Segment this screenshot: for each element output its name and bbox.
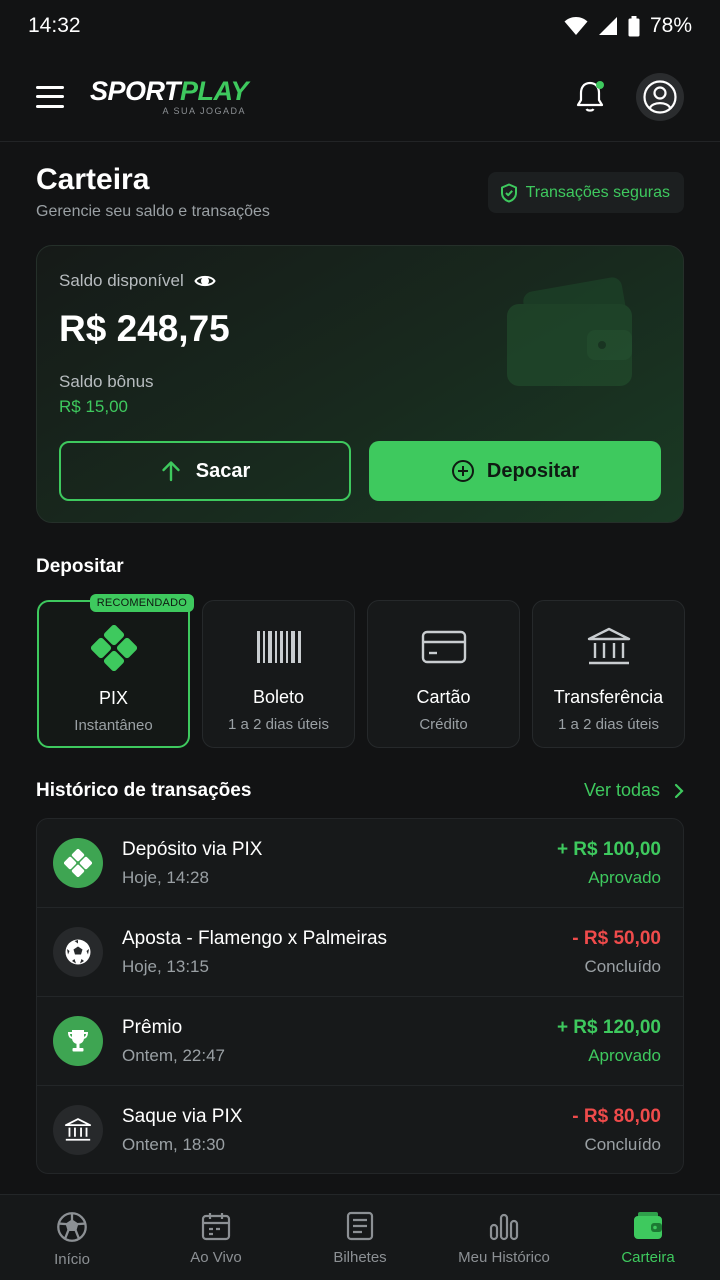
battery-icon bbox=[628, 15, 640, 36]
wallet-balance-card: Saldo disponível R$ 248,75 Saldo bônus R… bbox=[36, 245, 684, 523]
history-section-title: Histórico de transações bbox=[36, 780, 252, 801]
sportplay-logo[interactable]: SPORTPLAY A SUA JOGADA bbox=[90, 75, 249, 116]
see-all-label: Ver todas bbox=[583, 780, 660, 800]
nav-item-meu-historico[interactable]: Meu Histórico bbox=[432, 1195, 576, 1280]
bar-chart-icon bbox=[489, 1213, 519, 1241]
bottom-navigation: Início Ao Vivo Bilhetes Meu Histórico Ca… bbox=[0, 1194, 720, 1280]
nav-label: Ao Vivo bbox=[190, 1249, 242, 1266]
wifi-icon bbox=[564, 17, 588, 35]
deposit-section-title: Depositar bbox=[36, 556, 124, 577]
nav-label: Meu Histórico bbox=[458, 1249, 550, 1266]
nav-label: Carteira bbox=[621, 1249, 675, 1266]
see-all-link[interactable]: Ver todas bbox=[584, 780, 684, 801]
transaction-row[interactable]: Prêmio Ontem, 22:47 + R$ 120,00 Aprovado bbox=[37, 997, 683, 1086]
transaction-row[interactable]: Aposta - Flamengo x Palmeiras Hoje, 13:1… bbox=[37, 908, 683, 997]
method-subtitle: 1 a 2 dias úteis bbox=[558, 716, 659, 733]
trophy-icon bbox=[53, 1016, 103, 1066]
signal-icon bbox=[598, 17, 617, 35]
plus-circle-icon bbox=[451, 460, 474, 482]
nav-item-ao-vivo[interactable]: Ao Vivo bbox=[144, 1195, 288, 1280]
transaction-time: Hoje, 14:28 bbox=[122, 868, 209, 887]
deposit-button[interactable]: Depositar bbox=[369, 441, 661, 501]
ticket-icon bbox=[346, 1211, 374, 1241]
transaction-amount: - R$ 50,00 bbox=[572, 928, 661, 949]
pix-icon bbox=[90, 625, 137, 671]
logo-sport: SPORT bbox=[90, 75, 181, 106]
transaction-time: Ontem, 22:47 bbox=[122, 1046, 226, 1065]
secure-transactions-badge: Transações seguras bbox=[487, 172, 684, 213]
status-icons: 78% bbox=[564, 14, 692, 38]
nav-item-inicio[interactable]: Início bbox=[0, 1195, 144, 1280]
logo-play: PLAY bbox=[180, 75, 249, 106]
transaction-status: Aprovado bbox=[588, 868, 661, 887]
barcode-icon bbox=[256, 631, 301, 663]
eye-icon[interactable] bbox=[194, 273, 216, 289]
pix-icon bbox=[53, 838, 103, 888]
page-title: Carteira bbox=[36, 163, 150, 196]
recommended-badge: RECOMENDADO bbox=[89, 594, 194, 612]
bonus-value: R$ 15,00 bbox=[59, 397, 128, 416]
wallet-icon bbox=[634, 1212, 662, 1239]
withdraw-button[interactable]: Sacar bbox=[59, 441, 351, 501]
transaction-title: Saque via PIX bbox=[122, 1106, 243, 1127]
nav-item-carteira[interactable]: Carteira bbox=[576, 1195, 720, 1280]
transaction-time: Ontem, 18:30 bbox=[122, 1135, 226, 1154]
transaction-amount: - R$ 80,00 bbox=[572, 1106, 661, 1127]
hamburger-menu-icon[interactable] bbox=[36, 85, 64, 108]
transaction-title: Depósito via PIX bbox=[122, 839, 263, 860]
notifications-bell-icon[interactable] bbox=[574, 80, 606, 114]
deposit-button-label: Depositar bbox=[486, 459, 580, 482]
transaction-row[interactable]: Saque via PIX Ontem, 18:30 - R$ 80,00 Co… bbox=[37, 1086, 683, 1173]
transaction-row[interactable]: Depósito via PIX Hoje, 14:28 + R$ 100,00… bbox=[37, 819, 683, 908]
deposit-method-boleto[interactable]: Boleto 1 a 2 dias úteis bbox=[202, 600, 355, 748]
method-subtitle: Crédito bbox=[419, 716, 468, 733]
method-name: Boleto bbox=[252, 687, 305, 707]
chevron-right-icon bbox=[674, 783, 684, 798]
deposit-method-transfer[interactable]: Transferência 1 a 2 dias úteis bbox=[532, 600, 685, 748]
arrow-up-icon bbox=[162, 461, 180, 482]
balance-label-row: Saldo disponível bbox=[59, 271, 216, 291]
shield-check-icon bbox=[500, 183, 517, 202]
credit-card-icon bbox=[421, 630, 466, 664]
transaction-status: Concluído bbox=[584, 957, 661, 976]
app-header: SPORTPLAY A SUA JOGADA bbox=[0, 52, 720, 142]
method-name: PIX bbox=[98, 688, 128, 708]
calendar-icon bbox=[201, 1213, 231, 1241]
balance-value: R$ 248,75 bbox=[59, 308, 230, 349]
transaction-title: Aposta - Flamengo x Palmeiras bbox=[122, 928, 388, 949]
status-time: 14:32 bbox=[28, 14, 81, 37]
method-name: Transferência bbox=[553, 687, 664, 707]
battery-percent: 78% bbox=[649, 14, 692, 37]
status-bar: 14:32 78% bbox=[0, 0, 720, 52]
notification-dot bbox=[596, 80, 604, 89]
nav-item-bilhetes[interactable]: Bilhetes bbox=[288, 1195, 432, 1280]
bonus-label: Saldo bônus bbox=[59, 372, 154, 391]
method-subtitle: Instantâneo bbox=[74, 717, 153, 734]
method-subtitle: 1 a 2 dias úteis bbox=[228, 716, 329, 733]
transaction-status: Aprovado bbox=[588, 1046, 661, 1065]
deposit-method-card[interactable]: Cartão Crédito bbox=[367, 600, 520, 748]
withdraw-button-label: Sacar bbox=[195, 459, 251, 482]
logo-tagline: A SUA JOGADA bbox=[162, 105, 247, 116]
soccer-ball-icon bbox=[57, 1212, 87, 1242]
transaction-amount: + R$ 120,00 bbox=[556, 1017, 661, 1038]
transaction-amount: + R$ 100,00 bbox=[556, 839, 661, 860]
transaction-list: Depósito via PIX Hoje, 14:28 + R$ 100,00… bbox=[36, 818, 684, 1174]
balance-label: Saldo disponível bbox=[59, 271, 184, 290]
secure-badge-label: Transações seguras bbox=[525, 183, 670, 201]
nav-label: Bilhetes bbox=[333, 1249, 387, 1266]
transaction-title: Prêmio bbox=[122, 1017, 183, 1038]
soccer-ball-icon bbox=[53, 927, 103, 977]
method-name: Cartão bbox=[416, 687, 471, 707]
transaction-time: Hoje, 13:15 bbox=[122, 957, 209, 976]
wallet-illustration-icon bbox=[507, 277, 632, 386]
bank-icon bbox=[53, 1105, 103, 1155]
bank-icon bbox=[587, 627, 630, 665]
page-subtitle: Gerencie seu saldo e transações bbox=[36, 203, 270, 220]
deposit-method-pix[interactable]: RECOMENDADO PIX Instantâneo bbox=[37, 594, 194, 748]
user-icon bbox=[643, 79, 677, 114]
nav-label: Início bbox=[54, 1251, 90, 1268]
transaction-status: Concluído bbox=[584, 1135, 661, 1154]
profile-avatar-button[interactable] bbox=[636, 72, 684, 121]
